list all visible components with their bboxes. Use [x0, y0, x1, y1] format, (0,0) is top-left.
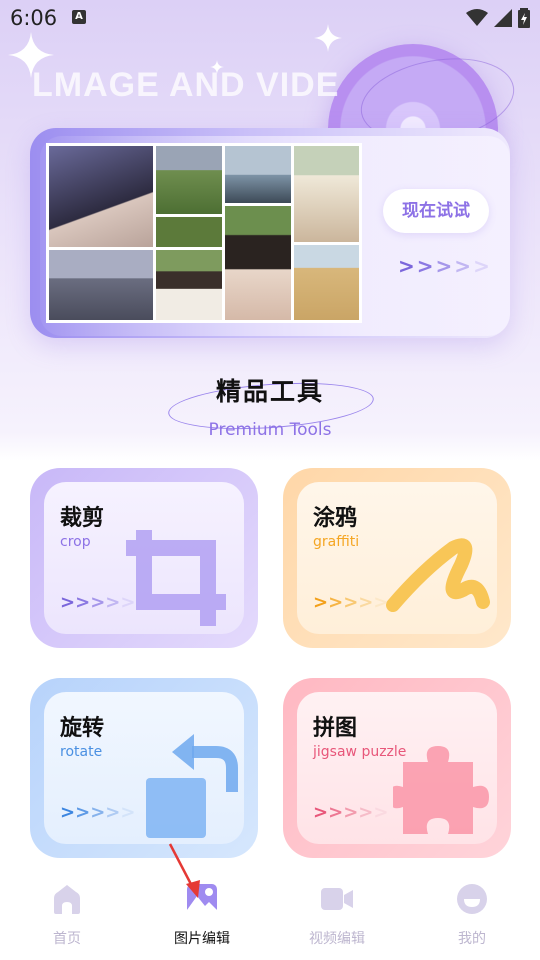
arrow-icon: >	[75, 802, 91, 823]
graffiti-arrows: > > > > >	[313, 592, 388, 613]
arrow-icon: >	[373, 802, 389, 823]
rotate-icon	[146, 734, 238, 838]
arrow-icon: >	[358, 802, 374, 823]
arrow-icon: >	[105, 802, 121, 823]
notification-a-icon: A	[72, 10, 86, 24]
rotate-subtitle: rotate	[60, 744, 103, 760]
puzzle-subtitle: jigsaw puzzle	[313, 744, 407, 760]
nav-item-profile[interactable]: 我的	[422, 882, 522, 948]
collage-photo	[156, 250, 222, 320]
collage-photo	[156, 217, 222, 247]
arrow-icon: >	[313, 592, 329, 613]
collage-photo	[225, 206, 291, 320]
hero-arrows: > > > > >	[398, 254, 490, 278]
bottom-navigation: 首页 图片编辑 视频编辑 我的	[0, 872, 540, 960]
arrow-icon: >	[328, 592, 344, 613]
arrow-icon: >	[328, 802, 344, 823]
battery-icon	[518, 8, 530, 28]
try-now-button[interactable]: 现在试试	[383, 189, 489, 233]
puzzle-tool-card[interactable]: 拼图 jigsaw puzzle > > > > >	[283, 678, 511, 858]
arrow-icon: >	[358, 592, 374, 613]
puzzle-arrows: > > > > >	[313, 802, 388, 823]
wifi-icon	[466, 9, 488, 26]
nav-label-video-edit: 视频编辑	[309, 931, 365, 947]
arrow-icon: >	[90, 592, 106, 613]
collage-photo	[294, 146, 359, 242]
annotation-arrow-icon	[168, 843, 200, 898]
signal-icon	[494, 9, 512, 27]
arrow-icon: >	[120, 802, 136, 823]
arrow-icon: >	[105, 592, 121, 613]
collage-photo	[49, 250, 153, 320]
nav-label-home: 首页	[53, 931, 81, 947]
graffiti-title: 涂鸦	[313, 506, 358, 531]
arrow-icon: >	[454, 254, 472, 278]
section-subtitle: Premium Tools	[208, 420, 332, 440]
status-icons	[466, 8, 530, 28]
graffiti-tool-card[interactable]: 涂鸦 graffiti > > > > >	[283, 468, 511, 648]
sparkle-icon	[314, 24, 342, 52]
crop-title: 裁剪	[60, 506, 105, 531]
profile-face-icon	[457, 884, 487, 914]
home-icon	[54, 885, 80, 914]
photo-collage	[46, 143, 362, 323]
collage-photo	[49, 146, 153, 247]
nav-label-image-edit: 图片编辑	[174, 931, 230, 947]
brush-stroke-icon	[386, 538, 490, 612]
rotate-arrows: > > > > >	[60, 802, 135, 823]
nav-label-profile: 我的	[458, 931, 486, 947]
collage-photo	[294, 245, 359, 320]
status-bar: 6:06 A	[0, 0, 540, 36]
arrow-icon: >	[373, 592, 389, 613]
arrow-icon: >	[90, 802, 106, 823]
puzzle-title: 拼图	[313, 716, 358, 741]
arrow-icon: >	[473, 254, 490, 278]
crop-arrows: > > > > >	[60, 592, 135, 613]
arrow-icon: >	[343, 802, 359, 823]
app-screen: 6:06 A LMAGE AND VIDE 现在试试 > > > > > 精品工…	[0, 0, 540, 960]
hero-title: LMAGE AND VIDE	[32, 66, 340, 104]
video-camera-icon	[321, 888, 353, 910]
arrow-icon: >	[60, 802, 76, 823]
arrow-icon: >	[60, 592, 76, 613]
nav-item-home[interactable]: 首页	[17, 882, 117, 948]
status-time: 6:06	[10, 6, 58, 30]
arrow-icon: >	[120, 592, 136, 613]
nav-item-video-edit[interactable]: 视频编辑	[287, 882, 387, 948]
arrow-icon: >	[398, 254, 415, 278]
graffiti-subtitle: graffiti	[313, 534, 360, 550]
collage-photo	[156, 146, 222, 214]
crop-subtitle: crop	[60, 534, 91, 550]
arrow-icon: >	[313, 802, 329, 823]
puzzle-piece-icon	[393, 746, 489, 834]
arrow-icon: >	[343, 592, 359, 613]
rotate-title: 旋转	[60, 716, 105, 741]
collage-photo	[225, 146, 291, 203]
crop-tool-card[interactable]: 裁剪 crop > > > > >	[30, 468, 258, 648]
arrow-icon: >	[435, 254, 453, 278]
section-title: 精品工具	[215, 377, 324, 406]
arrow-icon: >	[416, 254, 434, 278]
arrow-icon: >	[75, 592, 91, 613]
rotate-tool-card[interactable]: 旋转 rotate > > > > >	[30, 678, 258, 858]
crop-icon	[126, 530, 226, 626]
